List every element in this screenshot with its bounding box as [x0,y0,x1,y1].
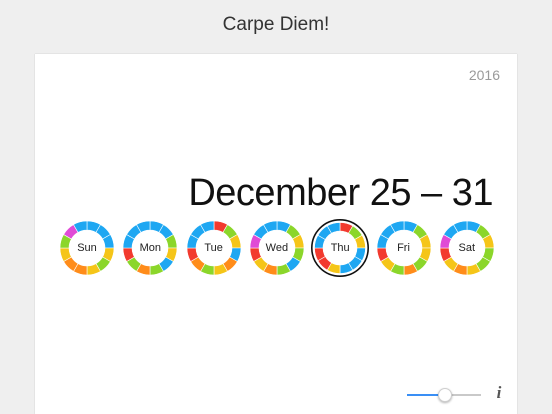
day-ring-graphic [439,220,495,276]
app-title: Carpe Diem! [222,14,330,35]
week-row: Sun Mon Tue Wed Thu Fri Sat [35,54,517,414]
day-ring-graphic [376,220,431,276]
day-ring-graphic [249,220,305,276]
day-ring-graphic [311,219,370,277]
day-ring-tue[interactable]: Tue [185,219,243,277]
day-ring-mon[interactable]: Mon [121,219,179,277]
zoom-slider[interactable] [407,384,481,406]
day-ring-graphic [122,220,178,276]
slider-thumb[interactable] [438,388,452,402]
calendar-card: 2016 December 25 – 31 Sun Mon Tue Wed Thu Fri… [35,54,517,414]
day-ring-wed[interactable]: Wed [248,219,306,277]
day-ring-thu[interactable]: Thu [311,219,370,277]
day-ring-sun[interactable]: Sun [58,219,116,277]
day-ring-graphic [186,220,241,276]
day-ring-sat[interactable]: Sat [438,219,496,277]
day-ring-graphic [59,220,115,276]
day-ring-fri[interactable]: Fri [375,219,433,277]
info-icon[interactable]: i [492,383,506,405]
